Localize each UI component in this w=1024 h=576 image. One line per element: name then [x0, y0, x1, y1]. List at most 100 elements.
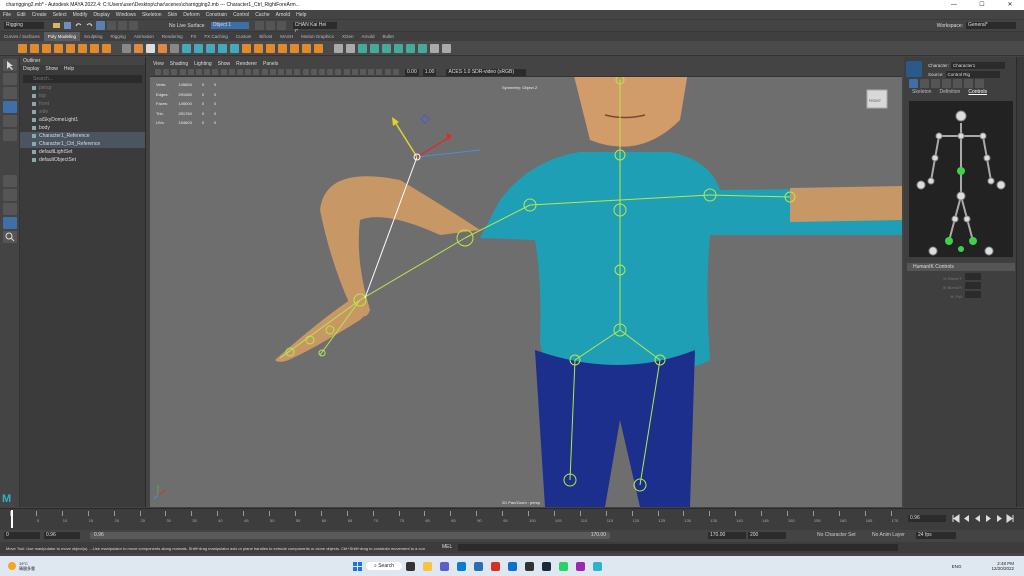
range-bar[interactable]: 0.96 170.00	[90, 532, 610, 539]
character-dropdown[interactable]: Character1	[951, 62, 1006, 70]
viewport-tool-icon[interactable]	[196, 69, 202, 75]
menu-control[interactable]: Control	[230, 10, 252, 20]
ipr-render-icon[interactable]	[265, 21, 275, 30]
menu-skin[interactable]: Skin	[165, 10, 181, 20]
mel-input[interactable]	[458, 544, 898, 551]
menu-windows[interactable]: Windows	[113, 10, 139, 20]
play-back-icon[interactable]	[973, 514, 982, 523]
time-slider[interactable]: 0510152025303540455055606570758085909510…	[0, 508, 1024, 530]
paint-select-icon[interactable]	[3, 87, 17, 99]
exposure-field[interactable]: 0.00	[405, 68, 419, 76]
viewport-tool-icon[interactable]	[237, 69, 243, 75]
snap-point-icon[interactable]	[129, 21, 138, 30]
file-explorer-icon[interactable]	[423, 561, 433, 571]
colorspace-dropdown[interactable]: ACES 1.0 SDR-video (sRGB)	[446, 68, 527, 76]
language-indicator[interactable]: ENG	[952, 564, 962, 569]
shelf-tool-icon[interactable]	[430, 43, 439, 53]
shelf-tool-icon[interactable]	[194, 43, 203, 53]
character-set-dropdown[interactable]: No Character Set	[817, 532, 856, 539]
step-back-icon[interactable]	[962, 514, 971, 523]
gamma-field[interactable]: 1.00	[422, 68, 437, 76]
shelf-tool-icon[interactable]	[418, 43, 427, 53]
viewport-tool-icon[interactable]	[376, 69, 383, 75]
chrome-icon[interactable]	[491, 561, 501, 571]
viewport-persp[interactable]	[150, 60, 902, 507]
app-icon[interactable]	[525, 561, 535, 571]
shelf-tab-arnold[interactable]: Arnold	[357, 32, 378, 41]
menu-edit[interactable]: Edit	[14, 10, 29, 20]
ik-blend-t-field[interactable]	[965, 273, 981, 280]
viewport-tool-icon[interactable]	[245, 69, 252, 75]
menu-select[interactable]: Select	[50, 10, 70, 20]
viewport-tool-icon[interactable]	[278, 69, 284, 75]
character-control-map[interactable]	[909, 101, 1013, 257]
weather-widget[interactable]: 19°C 晴間多雲	[19, 561, 35, 571]
current-time-marker[interactable]	[11, 510, 13, 528]
character-shirt[interactable]	[480, 152, 902, 380]
shelf-tab-curves-surfaces[interactable]: Curves / Surfaces	[0, 32, 44, 41]
viewport-tool-icon[interactable]	[163, 69, 170, 75]
viewport-tool-icon[interactable]	[360, 69, 366, 75]
mel-label[interactable]: MEL	[442, 544, 452, 551]
viewport-tool-icon[interactable]	[228, 69, 235, 75]
viewport-menu-shading[interactable]: Shading	[167, 60, 191, 68]
hips-effector[interactable]	[957, 167, 965, 175]
close-button[interactable]: ✕	[996, 0, 1024, 10]
rotate-tool-icon[interactable]	[3, 115, 17, 127]
shelf-tab-rigging[interactable]: Rigging	[107, 32, 130, 41]
character-hand[interactable]	[275, 298, 368, 362]
tab-definition[interactable]: Definition	[935, 89, 964, 95]
four-view-icon[interactable]	[3, 189, 17, 201]
shelf-tab-rendering[interactable]: Rendering	[158, 32, 187, 41]
humanik-controls-header[interactable]: HumanIK Controls	[907, 263, 1015, 271]
shelf-tab-xgen[interactable]: XGen	[338, 32, 358, 41]
menu-cache[interactable]: Cache	[252, 10, 272, 20]
shelf-tool-icon[interactable]	[278, 43, 287, 53]
taskbar-search[interactable]: ⌕ Search	[366, 562, 403, 570]
viewport-tool-icon[interactable]	[384, 69, 391, 75]
right-foot-effector[interactable]	[969, 237, 977, 245]
render-settings-icon[interactable]	[276, 21, 286, 30]
store-icon[interactable]	[474, 561, 484, 571]
viewport-menu-view[interactable]: View	[150, 60, 167, 68]
shelf-tab-bifrost[interactable]: Bifrost	[255, 32, 276, 41]
outliner-item[interactable]: persp	[20, 84, 145, 92]
live-surface-label[interactable]: No Live Surface	[169, 23, 205, 29]
viewport-tool-icon[interactable]	[310, 69, 317, 75]
start-frame-field[interactable]: 0	[4, 532, 40, 539]
step-forward-icon[interactable]	[995, 514, 1004, 523]
outliner-item[interactable]: defaultLightSet	[20, 148, 145, 156]
shelf-tool-icon[interactable]	[146, 43, 155, 53]
viewport-tool-icon[interactable]	[294, 69, 301, 75]
viewport-tool-icon[interactable]	[392, 69, 399, 75]
total-end-field[interactable]: 200	[748, 532, 786, 539]
shelf-tool-icon[interactable]	[230, 43, 239, 53]
manipulator-x-arrow[interactable]	[446, 133, 452, 141]
range-start-field[interactable]: 0.96	[44, 532, 80, 539]
select-tool-icon[interactable]	[96, 21, 105, 30]
viewport-tool-icon[interactable]	[368, 69, 375, 75]
menu-modify[interactable]: Modify	[70, 10, 91, 20]
save-icon[interactable]	[63, 21, 72, 30]
search-icon[interactable]	[3, 231, 17, 243]
shelf-tool-icon[interactable]	[206, 43, 215, 53]
snap-grid-icon[interactable]	[107, 21, 116, 30]
workspace-dropdown[interactable]: General*	[966, 22, 1016, 29]
shelf-tool-icon[interactable]	[134, 43, 143, 53]
clock[interactable]: 2:48 PM 12/20/2022	[991, 561, 1014, 571]
viewport-tool-icon[interactable]	[204, 69, 211, 75]
viewport-tool-icon[interactable]	[220, 69, 227, 75]
viewport-tool-icon[interactable]	[302, 69, 309, 75]
shelf-tab-fx[interactable]: FX	[187, 32, 201, 41]
shelf-tab-animation[interactable]: Animation	[130, 32, 158, 41]
shelf-tool-icon[interactable]	[358, 43, 367, 53]
viewport-tool-icon[interactable]	[343, 69, 350, 75]
shelf-tool-icon[interactable]	[314, 43, 323, 53]
menu-display[interactable]: Display	[90, 10, 112, 20]
go-end-icon[interactable]	[1006, 514, 1015, 523]
user-account[interactable]: CHAN Kai Hei C...	[292, 22, 337, 35]
outliner-item[interactable]: front	[20, 100, 145, 108]
shelf-tool-icon[interactable]	[302, 43, 311, 53]
viewport-tool-icon[interactable]	[319, 69, 325, 75]
viewport-menu-renderer[interactable]: Renderer	[233, 60, 260, 68]
